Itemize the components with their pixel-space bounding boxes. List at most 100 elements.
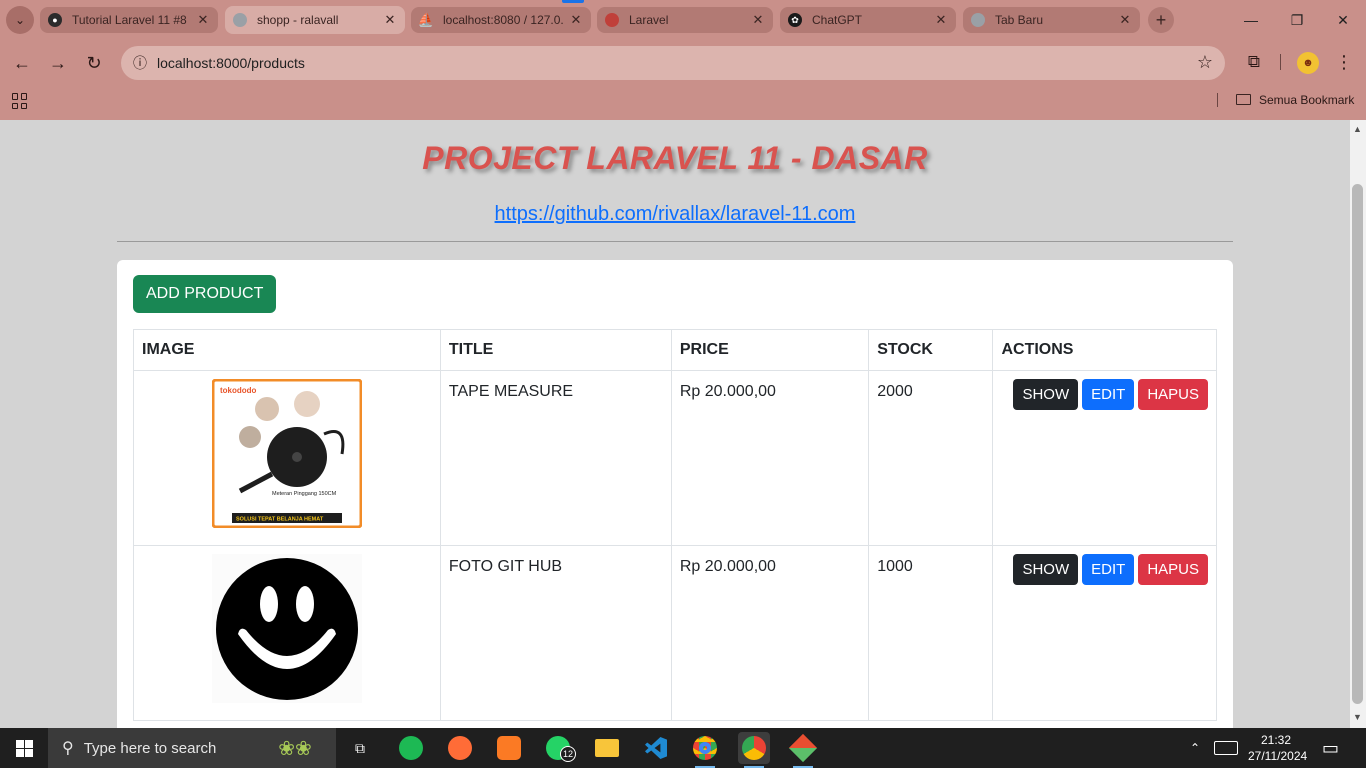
chatgpt-favicon-icon: ✿ xyxy=(788,13,802,27)
profile-avatar[interactable]: ☻ xyxy=(1297,52,1319,74)
column-header-stock: STOCK xyxy=(868,329,994,371)
table-row: tokododo Meteran Pinggang 150CM SOLUSI T… xyxy=(133,370,1217,546)
tab-chatgpt[interactable]: ✿ ChatGPT ✕ xyxy=(780,7,956,33)
windows-logo-icon xyxy=(15,739,33,757)
edit-button[interactable]: EDIT xyxy=(1082,554,1135,585)
close-icon[interactable]: ✕ xyxy=(383,12,397,28)
column-header-title: TITLE xyxy=(439,329,672,371)
arrow-left-icon: ← xyxy=(13,52,31,73)
browser-toolbar: ← → ↻ ⓘ localhost:8000/products ☆ xyxy=(0,40,1366,86)
minimize-icon: — xyxy=(1244,12,1258,28)
all-bookmarks-link[interactable]: Semua Bookmark xyxy=(1259,93,1354,107)
show-button[interactable]: SHOW xyxy=(1013,379,1079,410)
products-card: ADD PRODUCT IMAGE TITLE PRICE STOCK ACTI… xyxy=(117,260,1233,728)
new-tab-button[interactable]: + xyxy=(1148,7,1174,33)
scroll-down-icon[interactable]: ▼ xyxy=(1353,712,1362,722)
phpmyadmin-favicon-icon: ⛵ xyxy=(417,12,435,27)
price-cell: Rp 20.000,00 xyxy=(670,370,870,546)
system-clock[interactable]: 21:32 27/11/2024 xyxy=(1248,732,1308,764)
back-button[interactable]: ← xyxy=(8,49,36,77)
tab-activity-indicator xyxy=(562,0,584,3)
tab-tutorial-laravel[interactable]: ● Tutorial Laravel 11 #8 ✕ xyxy=(40,7,218,33)
chrome-favicon-icon xyxy=(971,13,985,27)
more-menu-icon[interactable]: ⋮ xyxy=(1334,50,1354,74)
file-explorer-icon[interactable] xyxy=(591,732,623,764)
minimize-button[interactable]: — xyxy=(1228,0,1274,40)
tab-localhost-8080[interactable]: ⛵ localhost:8080 / 127.0. ✕ xyxy=(411,7,591,33)
chevron-down-icon: ⌄ xyxy=(14,13,26,27)
image-cell xyxy=(133,545,441,721)
xampp-icon[interactable] xyxy=(493,732,525,764)
close-window-button[interactable]: ✕ xyxy=(1320,0,1366,40)
svg-text:SOLUSI TEPAT BELANJA HEMAT: SOLUSI TEPAT BELANJA HEMAT xyxy=(236,517,324,523)
products-table: IMAGE TITLE PRICE STOCK ACTIONS tokododo xyxy=(133,329,1217,721)
actions-cell: SHOW EDIT HAPUS xyxy=(992,370,1217,546)
git-icon[interactable] xyxy=(787,732,819,768)
restore-button[interactable]: ❐ xyxy=(1274,0,1320,40)
vscode-icon[interactable] xyxy=(640,732,672,764)
close-icon[interactable]: ✕ xyxy=(1118,12,1132,28)
table-row: FOTO GIT HUB Rp 20.000,00 1000 SHOW EDIT… xyxy=(133,545,1217,721)
add-product-button[interactable]: ADD PRODUCT xyxy=(133,275,277,313)
arrow-right-icon: → xyxy=(49,52,67,73)
scrollbar-thumb[interactable] xyxy=(1352,184,1363,704)
tab-laravel[interactable]: Laravel ✕ xyxy=(597,7,773,33)
close-icon[interactable]: ✕ xyxy=(569,12,583,28)
postman-icon[interactable] xyxy=(444,732,476,764)
clock-date: 27/11/2024 xyxy=(1248,749,1308,763)
column-header-image: IMAGE xyxy=(133,329,441,371)
price-cell: Rp 20.000,00 xyxy=(670,545,870,721)
restore-icon: ❐ xyxy=(1290,11,1304,28)
svg-text:tokododo: tokododo xyxy=(220,386,257,395)
page-scrollbar[interactable]: ▲ ▼ xyxy=(1350,120,1366,728)
extensions-puzzle-icon[interactable]: ⧉ xyxy=(1242,50,1266,74)
close-icon[interactable]: ✕ xyxy=(934,12,948,28)
apps-grid-icon[interactable] xyxy=(12,93,28,109)
search-placeholder: Type here to search xyxy=(83,739,217,757)
title-cell: TAPE MEASURE xyxy=(439,370,672,546)
address-bar[interactable]: ⓘ localhost:8000/products ☆ xyxy=(121,46,1225,80)
reload-button[interactable]: ↻ xyxy=(80,49,108,77)
chrome-icon[interactable] xyxy=(689,732,721,768)
windows-taskbar: ⚲ Type here to search ❀❀ ⧉ 12 ⌃ 21:32 27… xyxy=(0,728,1366,768)
delete-button[interactable]: HAPUS xyxy=(1138,379,1208,410)
tab-shopp-ralavall[interactable]: shopp - ralavall ✕ xyxy=(225,6,405,34)
browser-tab-strip: ⌄ ● Tutorial Laravel 11 #8 ✕ shopp - ral… xyxy=(0,0,1366,40)
reload-icon: ↻ xyxy=(86,52,102,73)
search-icon: ⚲ xyxy=(62,740,74,757)
search-highlight-icon[interactable]: ❀❀ xyxy=(262,732,328,764)
tape-measure-product-image: tokododo Meteran Pinggang 150CM SOLUSI T… xyxy=(211,379,362,528)
spotify-icon[interactable] xyxy=(395,732,427,764)
notification-icon[interactable]: ▭ xyxy=(1322,728,1339,768)
delete-button[interactable]: HAPUS xyxy=(1138,554,1208,585)
show-button[interactable]: SHOW xyxy=(1013,554,1079,585)
keyboard-icon[interactable] xyxy=(1214,728,1238,768)
edit-button[interactable]: EDIT xyxy=(1082,379,1135,410)
start-button[interactable] xyxy=(0,728,48,768)
stock-cell: 2000 xyxy=(868,370,994,546)
tab-tab-baru[interactable]: Tab Baru ✕ xyxy=(963,7,1140,33)
bookmarks-divider xyxy=(1217,93,1218,107)
table-header-row: IMAGE TITLE PRICE STOCK ACTIONS xyxy=(133,329,1217,371)
plus-icon: + xyxy=(1155,9,1167,30)
site-info-icon[interactable]: ⓘ xyxy=(131,54,149,72)
task-view-icon[interactable]: ⧉ xyxy=(344,732,376,764)
close-icon: ✕ xyxy=(1337,11,1349,28)
column-header-price: PRICE xyxy=(670,329,870,371)
close-icon[interactable]: ✕ xyxy=(196,12,210,28)
tab-search-button[interactable]: ⌄ xyxy=(6,6,34,34)
bookmark-star-icon[interactable]: ☆ xyxy=(1197,52,1213,73)
scroll-up-icon[interactable]: ▲ xyxy=(1353,124,1362,134)
column-header-actions: ACTIONS xyxy=(992,329,1217,371)
url-text[interactable]: localhost:8000/products xyxy=(157,55,305,71)
close-icon[interactable]: ✕ xyxy=(751,12,765,28)
title-cell: FOTO GIT HUB xyxy=(439,545,672,721)
whatsapp-icon[interactable]: 12 xyxy=(542,732,576,764)
forward-button[interactable]: → xyxy=(44,49,72,77)
tray-overflow-icon[interactable]: ⌃ xyxy=(1190,728,1200,768)
github-repo-link[interactable]: https://github.com/rivallax/laravel-11.c… xyxy=(0,203,1350,226)
bookmarks-bar: Semua Bookmark xyxy=(0,86,1366,120)
actions-cell: SHOW EDIT HAPUS xyxy=(992,545,1217,721)
laravel-favicon-icon xyxy=(605,13,619,27)
chrome-profile-icon[interactable] xyxy=(738,732,770,768)
